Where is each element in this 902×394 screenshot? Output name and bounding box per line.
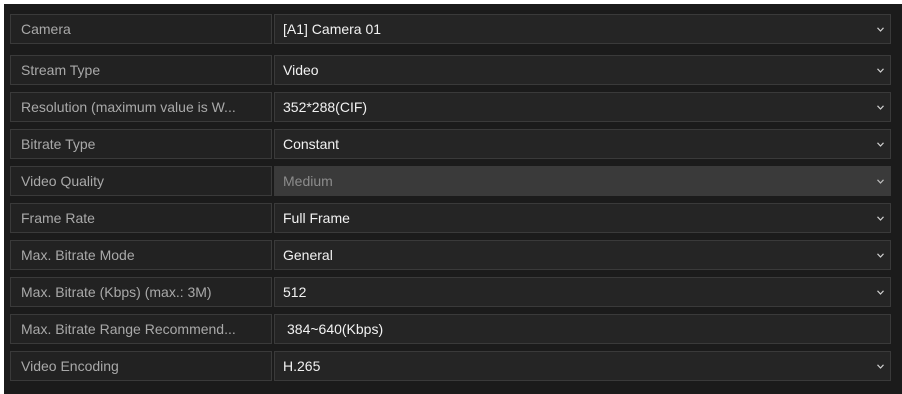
stream-type-label: Stream Type	[10, 55, 272, 85]
chevron-down-icon	[877, 216, 884, 221]
resolution-label: Resolution (maximum value is W...	[10, 92, 272, 122]
resolution-value: 352*288(CIF)	[283, 99, 368, 115]
video-encoding-label: Video Encoding	[10, 351, 272, 381]
max-bitrate-range-row: Max. Bitrate Range Recommend... 384~640(…	[10, 314, 902, 344]
camera-label: Camera	[10, 14, 272, 44]
max-bitrate-range-value: 384~640(Kbps)	[287, 321, 384, 337]
chevron-down-icon	[877, 105, 884, 110]
chevron-down-icon	[877, 253, 884, 258]
bitrate-type-row: Bitrate Type Constant	[10, 129, 902, 159]
camera-select[interactable]: [A1] Camera 01	[274, 14, 891, 44]
max-bitrate-mode-label: Max. Bitrate Mode	[10, 240, 272, 270]
chevron-down-icon	[877, 364, 884, 369]
stream-type-select[interactable]: Video	[274, 55, 891, 85]
video-quality-row: Video Quality Medium	[10, 166, 902, 196]
max-bitrate-select[interactable]: 512	[274, 277, 891, 307]
video-quality-select[interactable]: Medium	[274, 166, 891, 196]
frame-rate-select[interactable]: Full Frame	[274, 203, 891, 233]
bitrate-type-select[interactable]: Constant	[274, 129, 891, 159]
frame-rate-label: Frame Rate	[10, 203, 272, 233]
video-quality-label: Video Quality	[10, 166, 272, 196]
max-bitrate-mode-row: Max. Bitrate Mode General	[10, 240, 902, 270]
frame-rate-value: Full Frame	[283, 210, 350, 226]
max-bitrate-mode-value: General	[283, 247, 333, 263]
max-bitrate-value: 512	[283, 284, 307, 300]
max-bitrate-label: Max. Bitrate (Kbps) (max.: 3M)	[10, 277, 272, 307]
chevron-down-icon	[877, 68, 884, 73]
max-bitrate-mode-select[interactable]: General	[274, 240, 891, 270]
video-encoding-row: Video Encoding H.265	[10, 351, 902, 381]
bitrate-type-value: Constant	[283, 136, 340, 152]
frame-rate-row: Frame Rate Full Frame	[10, 203, 902, 233]
max-bitrate-range-value-field: 384~640(Kbps)	[274, 314, 891, 344]
chevron-down-icon	[877, 179, 884, 184]
video-quality-value: Medium	[283, 173, 333, 189]
max-bitrate-row: Max. Bitrate (Kbps) (max.: 3M) 512	[10, 277, 902, 307]
resolution-row: Resolution (maximum value is W... 352*28…	[10, 92, 902, 122]
video-encoding-select[interactable]: H.265	[274, 351, 891, 381]
chevron-down-icon	[877, 142, 884, 147]
video-encoding-value: H.265	[283, 358, 321, 374]
camera-select-value: [A1] Camera 01	[283, 21, 382, 37]
max-bitrate-range-label: Max. Bitrate Range Recommend...	[10, 314, 272, 344]
chevron-down-icon	[877, 290, 884, 295]
chevron-down-icon	[877, 27, 884, 32]
stream-type-row: Stream Type Video	[10, 55, 902, 85]
camera-row: Camera [A1] Camera 01	[10, 14, 902, 44]
resolution-select[interactable]: 352*288(CIF)	[274, 92, 891, 122]
stream-type-value: Video	[283, 62, 319, 78]
bitrate-type-label: Bitrate Type	[10, 129, 272, 159]
